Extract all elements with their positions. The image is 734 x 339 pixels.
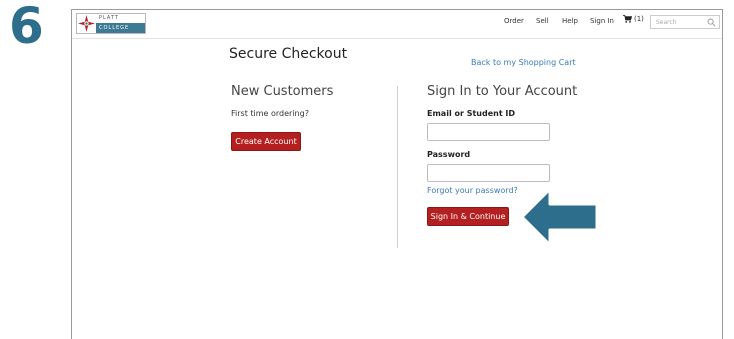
new-customers-heading: New Customers (231, 84, 334, 99)
left-arrow-icon (520, 187, 599, 247)
sign-in-heading: Sign In to Your Account (427, 84, 578, 99)
platt-college-logo[interactable]: PLATT COLLEGE (76, 13, 146, 34)
search-icon[interactable] (707, 18, 716, 27)
sign-in-continue-button[interactable]: Sign In & Continue (427, 207, 509, 226)
nav-help[interactable]: Help (562, 17, 578, 25)
first-time-text: First time ordering? (231, 109, 309, 118)
cart-button[interactable]: (1) (623, 15, 644, 23)
search-input[interactable]: Search (650, 15, 720, 29)
password-field[interactable] (427, 164, 550, 182)
step-number: 6 (9, 0, 44, 55)
password-label: Password (427, 150, 471, 159)
browser-frame: PLATT COLLEGE Order Sell Help Sign In (1… (71, 9, 723, 339)
site-header: PLATT COLLEGE Order Sell Help Sign In (1… (72, 10, 722, 39)
search-placeholder: Search (656, 19, 677, 26)
logo-text-bottom: COLLEGE (96, 23, 145, 33)
email-label: Email or Student ID (427, 109, 516, 118)
cart-count: (1) (634, 15, 644, 23)
logo-star-icon (77, 14, 96, 33)
nav-sell[interactable]: Sell (536, 17, 549, 25)
email-field[interactable] (427, 123, 550, 141)
create-account-button[interactable]: Create Account (231, 132, 301, 151)
page-title: Secure Checkout (229, 46, 348, 62)
cart-icon (623, 15, 632, 23)
nav-order[interactable]: Order (504, 17, 524, 25)
nav-sign-in[interactable]: Sign In (590, 17, 614, 25)
forgot-password-link[interactable]: Forgot your password? (427, 186, 518, 195)
logo-text-top: PLATT (99, 15, 119, 21)
section-divider (397, 86, 398, 248)
back-to-cart-link[interactable]: Back to my Shopping Cart (471, 58, 576, 67)
